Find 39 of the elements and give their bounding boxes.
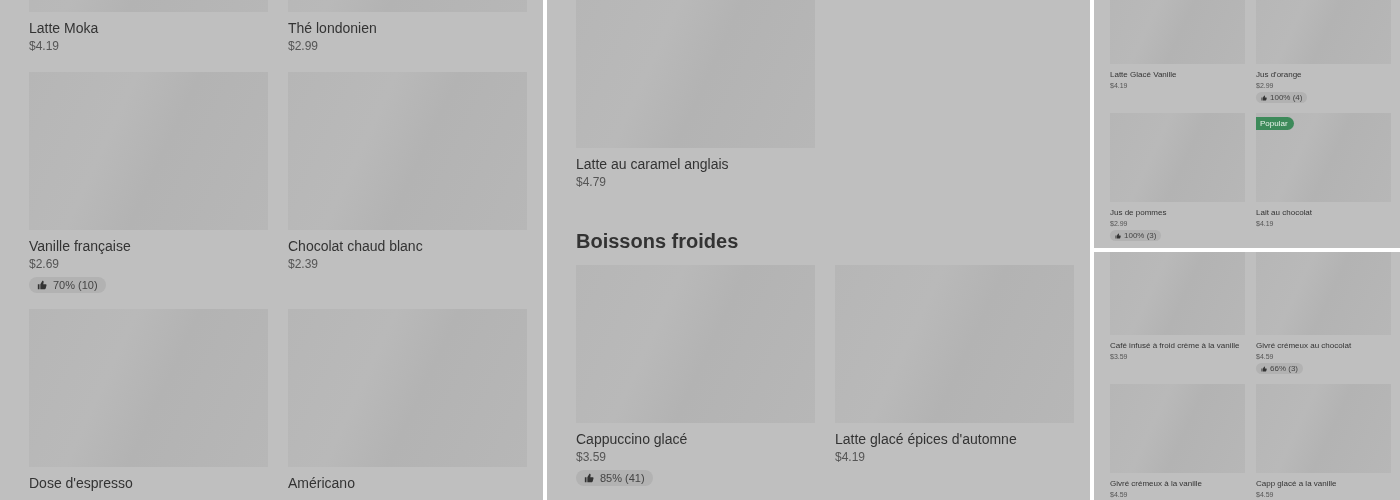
item-name: Latte Glacé Vanille [1110,69,1178,80]
item-price: $4.79 [576,174,608,191]
rating-badge: 100% (3) [1110,230,1162,241]
section-heading: Boissons froides [576,230,740,253]
popular-badge: Popular [1256,117,1294,130]
item-price: $4.19 [29,38,61,55]
item-price: $3.59 [576,449,608,466]
rating-badge: 100% (4) [1256,92,1308,103]
image-placeholder[interactable] [1256,113,1391,202]
item-name: Latte au caramel anglais [576,155,730,173]
item-name: Américano [288,474,356,492]
item-name: Thé londonien [288,19,378,37]
item-name: Lait au chocolat [1256,207,1314,218]
item-name: Latte Moka [29,19,100,37]
item-name: Givré crémeux à la vanille [1110,478,1204,489]
item-name: Latte glacé épices d'automne [835,430,1018,448]
item-name: Vanille française [29,237,132,255]
thumbs-up-icon [37,280,47,290]
rating-badge: 70% (10) [29,277,106,293]
item-price: $2.69 [29,256,61,273]
image-placeholder[interactable] [1110,252,1245,335]
item-name: Dose d'espresso [29,474,134,492]
item-name: Jus de pommes [1110,207,1168,218]
item-name: Café infusé à froid crème à la vanille [1110,340,1241,351]
image-placeholder[interactable] [1256,252,1391,335]
item-price: $2.39 [288,256,320,273]
thumbs-up-icon [584,473,594,483]
item-price: $2.99 [288,38,320,55]
thumbs-up-icon [1115,232,1121,239]
rating-badge: 85% (41) [576,470,653,486]
item-name: Givré crémeux au chocolat [1256,340,1353,351]
item-name: Cappuccino glacé [576,430,689,448]
item-name: Capp glacé a la vanille [1256,478,1338,489]
rating-badge: 66% (3) [1256,363,1303,374]
thumbs-up-icon [1261,365,1267,372]
thumbs-up-icon [1261,94,1267,101]
item-name: Chocolat chaud blanc [288,237,424,255]
item-name: Jus d'orange [1256,69,1303,80]
item-price: $4.19 [835,449,867,466]
